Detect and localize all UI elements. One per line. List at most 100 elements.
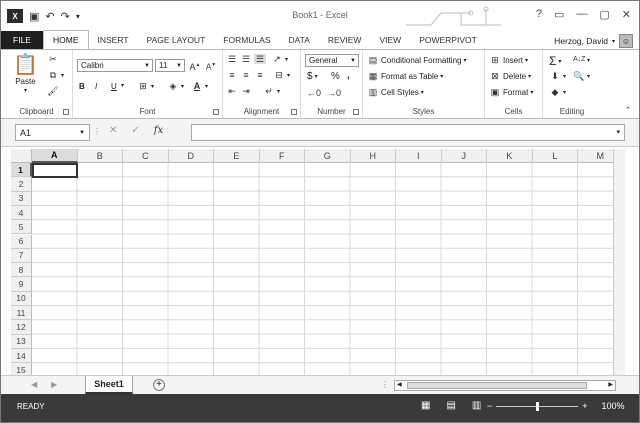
number-dialog-launcher[interactable]: [353, 109, 359, 115]
close-icon[interactable]: ✕: [622, 8, 631, 21]
format-as-table-button[interactable]: ▦ Format as Table ▾: [367, 71, 444, 81]
zoom-in-button[interactable]: +: [582, 401, 587, 411]
borders-button[interactable]: ⊞ ▾: [137, 81, 154, 91]
middle-align-button[interactable]: ☰: [240, 54, 252, 64]
column-header[interactable]: K: [487, 149, 533, 163]
bottom-align-button[interactable]: ☰: [254, 54, 266, 64]
row-header[interactable]: 14: [11, 348, 32, 364]
decrease-indent-button[interactable]: ⇤: [226, 86, 238, 96]
column-header[interactable]: E: [214, 149, 260, 163]
align-right-button[interactable]: ≡: [254, 70, 266, 80]
column-header[interactable]: F: [259, 149, 305, 163]
tab-powerpivot[interactable]: POWERPIVOT: [410, 31, 486, 49]
zoom-out-button[interactable]: −: [487, 401, 492, 411]
cancel-icon[interactable]: ✕: [109, 125, 117, 136]
clipboard-dialog-launcher[interactable]: [63, 109, 69, 115]
format-cells-button[interactable]: ▣ Format ▾: [489, 87, 534, 97]
scroll-right-icon[interactable]: ▶: [608, 381, 613, 388]
column-header[interactable]: H: [350, 149, 396, 163]
orientation-button[interactable]: ↗ ▾: [271, 54, 288, 64]
column-header[interactable]: I: [396, 149, 442, 163]
row-header[interactable]: 15: [11, 363, 32, 375]
decrease-font-button[interactable]: A▼: [205, 60, 217, 72]
minimize-icon[interactable]: —: [576, 8, 587, 21]
paste-button[interactable]: 📋 Paste ▾: [13, 54, 38, 94]
column-header[interactable]: M: [578, 149, 613, 163]
tab-home[interactable]: HOME: [43, 30, 89, 49]
select-all-button[interactable]: [11, 149, 32, 163]
copy-button[interactable]: ⧉ ▾: [47, 70, 64, 80]
decrease-decimal-button[interactable]: →0: [327, 88, 341, 98]
row-header[interactable]: 6: [11, 234, 32, 249]
column-header[interactable]: L: [532, 149, 578, 163]
ribbon-display-icon[interactable]: ▭: [554, 8, 564, 21]
alignment-dialog-launcher[interactable]: [291, 109, 297, 115]
name-box[interactable]: A1 ▼: [15, 124, 90, 141]
merge-center-button[interactable]: ⊟ ▾: [273, 70, 290, 80]
row-header[interactable]: 13: [11, 334, 32, 349]
column-header[interactable]: J: [441, 149, 487, 163]
underline-button[interactable]: U: [111, 82, 117, 91]
row-header[interactable]: 9: [11, 277, 32, 292]
bold-button[interactable]: B: [79, 82, 85, 91]
conditional-formatting-button[interactable]: ▤ Conditional Formatting ▾: [367, 55, 467, 65]
cell-styles-button[interactable]: ▥ Cell Styles ▾: [367, 87, 424, 97]
zoom-slider[interactable]: [496, 401, 579, 411]
top-align-button[interactable]: ☰: [226, 54, 238, 64]
row-header[interactable]: 7: [11, 248, 32, 264]
tab-view[interactable]: VIEW: [370, 31, 410, 49]
sort-filter-button[interactable]: A↓Z ▾: [573, 55, 590, 65]
user-account[interactable]: Herzog, David ▾ ☺: [554, 34, 633, 48]
sheet-prev-icon[interactable]: ◀: [31, 380, 37, 389]
row-header[interactable]: 2: [11, 177, 32, 192]
italic-button[interactable]: I: [95, 82, 97, 91]
normal-view-icon[interactable]: ▦: [421, 400, 430, 411]
tab-review[interactable]: REVIEW: [319, 31, 371, 49]
row-header[interactable]: 12: [11, 320, 32, 335]
collapse-ribbon-button[interactable]: ⌃: [625, 106, 631, 114]
maximize-icon[interactable]: ▢: [599, 8, 609, 21]
column-header[interactable]: A: [32, 149, 78, 163]
row-header[interactable]: 3: [11, 191, 32, 206]
row-header[interactable]: 1: [11, 163, 32, 178]
format-painter-button[interactable]: 🖌: [47, 86, 59, 96]
insert-function-icon[interactable]: fx: [154, 125, 163, 136]
fill-button[interactable]: ⬇ ▾: [549, 71, 566, 81]
vertical-scrollbar[interactable]: [613, 149, 625, 375]
currency-button[interactable]: $ ▾: [307, 71, 318, 82]
font-name-select[interactable]: Calibri ▼: [77, 59, 153, 72]
enter-icon[interactable]: ✓: [131, 125, 139, 136]
scroll-thumb[interactable]: [407, 382, 587, 389]
sheet-next-icon[interactable]: ▶: [51, 380, 57, 389]
clear-button[interactable]: ◆ ▾: [549, 87, 566, 97]
tab-formulas[interactable]: FORMULAS: [214, 31, 279, 49]
column-header[interactable]: C: [123, 149, 169, 163]
cells-area[interactable]: [32, 163, 613, 375]
cut-button[interactable]: ✂: [47, 54, 59, 64]
row-header[interactable]: 5: [11, 220, 32, 235]
align-left-button[interactable]: ≡: [226, 70, 238, 80]
comma-button[interactable]: ,: [347, 70, 350, 81]
align-center-button[interactable]: ≡: [240, 70, 252, 80]
expand-formula-icon[interactable]: ▾: [616, 128, 620, 136]
add-sheet-button[interactable]: +: [153, 379, 165, 391]
active-cell[interactable]: [32, 163, 78, 178]
horizontal-scrollbar[interactable]: ◀ ▶: [394, 380, 616, 391]
increase-font-button[interactable]: A▲: [189, 60, 201, 72]
page-break-view-icon[interactable]: ▥: [472, 400, 481, 411]
sheet-tab[interactable]: Sheet1: [85, 376, 133, 394]
increase-indent-button[interactable]: ⇥: [240, 86, 252, 96]
page-layout-view-icon[interactable]: ▤: [446, 400, 455, 411]
tab-insert[interactable]: INSERT: [89, 31, 138, 49]
percent-button[interactable]: %: [331, 71, 340, 82]
column-header[interactable]: D: [168, 149, 214, 163]
row-header[interactable]: 10: [11, 291, 32, 306]
autosum-button[interactable]: Σ ▾: [549, 54, 561, 68]
font-color-button[interactable]: A ▾: [191, 81, 208, 91]
scroll-left-icon[interactable]: ◀: [397, 381, 402, 388]
tab-data[interactable]: DATA: [280, 31, 319, 49]
fill-color-button[interactable]: ◈ ▾: [167, 81, 184, 91]
tab-file[interactable]: FILE: [1, 31, 43, 49]
wrap-text-button[interactable]: ↵ ▾: [263, 86, 280, 96]
find-select-button[interactable]: 🔍 ▾: [573, 71, 590, 81]
